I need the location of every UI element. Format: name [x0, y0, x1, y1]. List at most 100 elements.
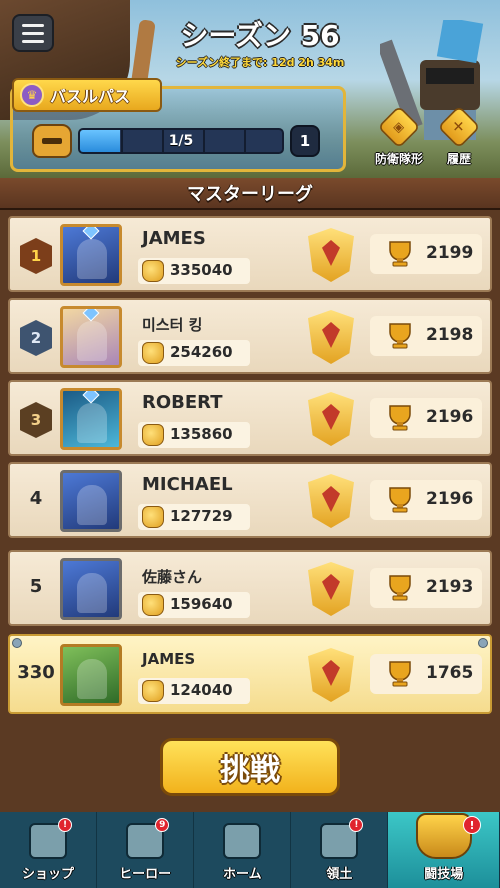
league-title: マスターリーグ [187, 184, 313, 205]
trophy-icon [389, 323, 411, 349]
avatar[interactable] [60, 470, 122, 532]
trophy-value: 1765 [426, 663, 474, 683]
hamburger-icon-line [22, 39, 44, 43]
trophy-count: 2196 [370, 480, 482, 520]
nav-heroes-label: ヒーロー [119, 867, 172, 882]
trophy-value: 2196 [426, 489, 474, 509]
power-value: 159640 [170, 595, 233, 613]
league-rank-icon [308, 310, 354, 364]
battle-pass-label[interactable]: ♛ バスルパス [12, 78, 162, 112]
helmet-icon [32, 124, 72, 158]
challenge-button[interactable]: 挑戦 [160, 738, 340, 796]
hamburger-icon-line [22, 31, 44, 35]
fist-icon [142, 680, 164, 702]
notification-badge: ! [462, 816, 481, 834]
nav-shop[interactable]: ! ショップ [0, 812, 98, 888]
trophy-count: 2199 [370, 234, 482, 274]
power-value: 127729 [170, 507, 233, 525]
league-rank-icon [308, 392, 354, 446]
leaderboard-row[interactable]: 5 佐藤さん 159640 2193 [8, 550, 492, 626]
trophy-icon [389, 405, 411, 431]
trophy-icon [389, 487, 411, 513]
trophy-count: 1765 [370, 654, 482, 694]
gem-icon [82, 227, 100, 240]
nav-territory[interactable]: ! 領土 [291, 812, 389, 888]
fist-icon [142, 594, 164, 616]
gem-icon [82, 391, 100, 404]
power-score: 159640 [138, 592, 250, 618]
player-name: MICHAEL [142, 474, 233, 495]
rank-number: 5 [29, 576, 43, 597]
trophy-icon [389, 661, 411, 687]
trophy-value: 2196 [426, 407, 474, 427]
avatar[interactable] [60, 644, 122, 706]
pass-level-badge: 1 [290, 125, 320, 157]
fist-icon [142, 260, 164, 282]
fist-icon [142, 342, 164, 364]
power-score: 124040 [138, 678, 250, 704]
defense-formation-label: 防衛隊形 [374, 152, 423, 166]
leaderboard-row[interactable]: 2 미스터 킹 254260 2198 [8, 298, 492, 374]
my-leaderboard-row[interactable]: 330 JAMES 124040 1765 [8, 634, 492, 714]
trophy-count: 2193 [370, 568, 482, 608]
leaderboard-row[interactable]: 3 ROBERT 135860 2196 [8, 380, 492, 456]
battle-pass-title: バスルパス [50, 87, 131, 106]
trophy-count: 2198 [370, 316, 482, 356]
fist-icon [142, 506, 164, 528]
trophy-value: 2198 [426, 325, 474, 345]
player-name: JAMES [142, 228, 206, 249]
rank-number: 330 [17, 662, 55, 683]
trophy-icon [389, 575, 411, 601]
avatar[interactable] [60, 224, 122, 286]
rank-number: 4 [29, 488, 43, 509]
league-header: マスターリーグ [0, 178, 500, 210]
avatar[interactable] [60, 388, 122, 450]
crown-icon: ♛ [20, 83, 44, 107]
season-title: シーズン 56 [180, 19, 340, 52]
rank-badge: 2 [20, 320, 52, 356]
challenge-area: 挑戦 [0, 732, 500, 812]
league-rank-icon [308, 648, 354, 702]
hero-portrait [77, 321, 107, 361]
leaderboard-row[interactable]: 1 JAMES 335040 2199 [8, 216, 492, 292]
top-banner: シーズン 56 シーズン終了まで: 12d 2h 34m ♛ バスルパス 1/5… [0, 0, 500, 178]
nav-territory-label: 領土 [326, 867, 353, 882]
nav-shop-label: ショップ [22, 867, 75, 882]
bolt-icon [478, 638, 488, 648]
history-button[interactable]: ✕ 履歴 [432, 105, 486, 167]
trophy-value: 2199 [426, 243, 474, 263]
trophy-icon [389, 241, 411, 267]
bottom-navigation: ! ショップ 9 ヒーロー ホーム ! 領土 ! 闘技場 [0, 812, 500, 888]
power-value: 335040 [170, 261, 233, 279]
power-score: 254260 [138, 340, 250, 366]
season-countdown: シーズン終了まで: 12d 2h 34m [175, 56, 345, 69]
league-rank-icon [308, 474, 354, 528]
hamburger-icon-line [22, 23, 44, 27]
league-rank-icon [308, 562, 354, 616]
trophy-count: 2196 [370, 398, 482, 438]
formation-icon: ◈ [377, 105, 421, 149]
notification-badge: ! [349, 818, 364, 832]
nav-heroes[interactable]: 9 ヒーロー [97, 812, 195, 888]
power-value: 124040 [170, 681, 233, 699]
leaderboard-list[interactable]: 1 JAMES 335040 2199 2 미스터 킹 254260 2198 … [0, 210, 500, 732]
avatar[interactable] [60, 306, 122, 368]
hero-portrait [77, 485, 107, 525]
notification-badge: 9 [155, 818, 170, 832]
avatar[interactable] [60, 558, 122, 620]
notification-badge: ! [58, 818, 73, 832]
nav-arena-label: 闘技場 [424, 867, 464, 882]
menu-button[interactable] [12, 14, 54, 52]
bolt-icon [12, 638, 22, 648]
fist-icon [142, 424, 164, 446]
leaderboard-row[interactable]: 4 MICHAEL 127729 2196 [8, 462, 492, 538]
hero-portrait [77, 239, 107, 279]
rank-badge: 1 [20, 238, 52, 274]
nav-home[interactable]: ホーム [194, 812, 292, 888]
pass-progress-text: 1/5 [168, 133, 194, 149]
power-value: 135860 [170, 425, 233, 443]
defense-formation-button[interactable]: ◈ 防衛隊形 [372, 105, 426, 167]
player-name: JAMES [142, 650, 196, 668]
nav-arena[interactable]: ! 闘技場 [388, 812, 500, 888]
hero-portrait [77, 573, 107, 613]
